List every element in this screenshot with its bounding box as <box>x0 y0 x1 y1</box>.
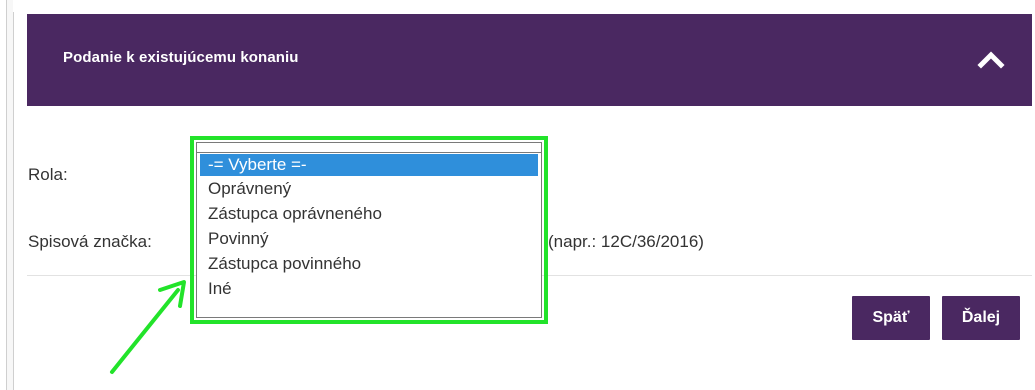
arrow-annotation-icon <box>110 280 186 374</box>
